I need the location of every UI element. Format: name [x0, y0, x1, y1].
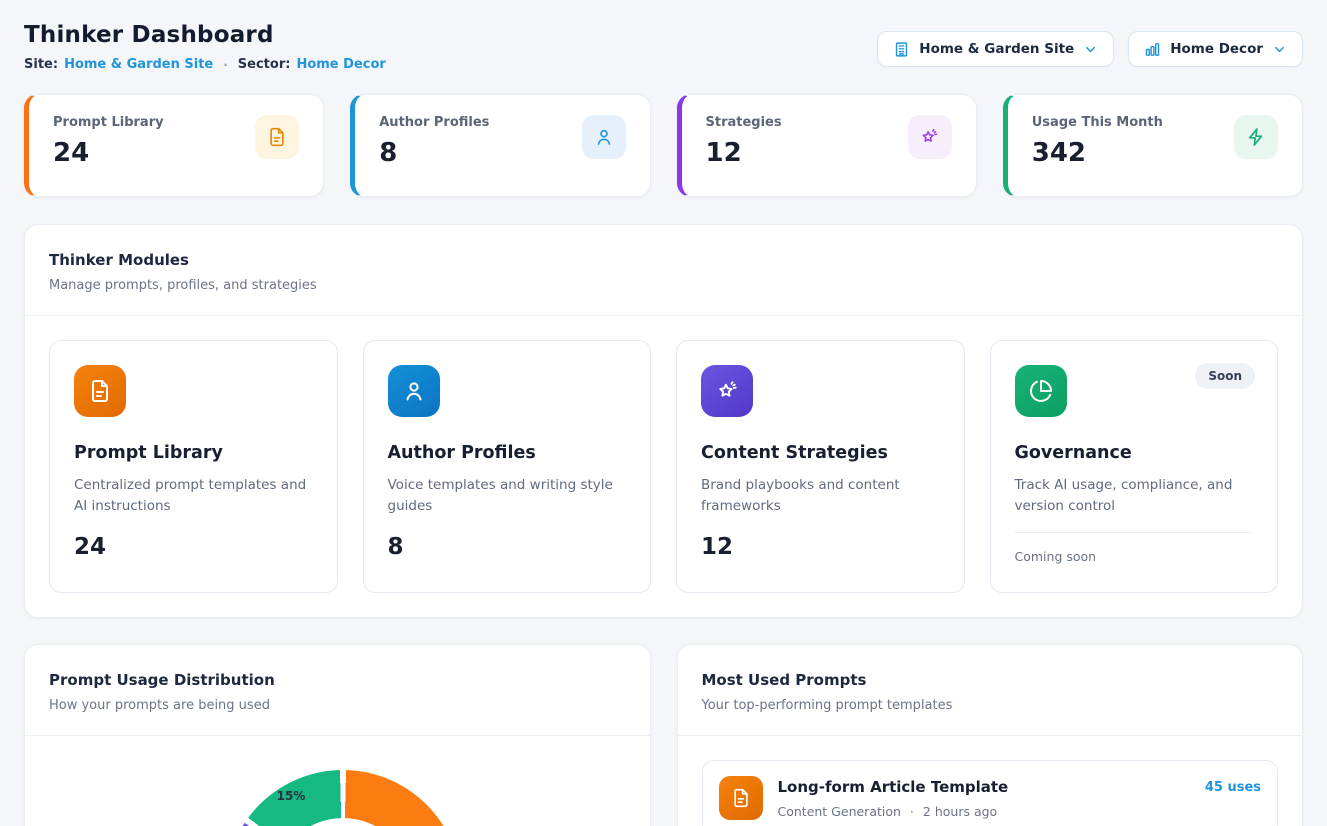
module-card-content-strategies[interactable]: Content Strategies Brand playbooks and c…: [676, 340, 965, 593]
module-description: Voice templates and writing style guides: [388, 475, 627, 516]
divider: [678, 735, 1303, 736]
file-text-icon: [719, 776, 763, 820]
module-description: Brand playbooks and content frameworks: [701, 475, 940, 516]
page-header: Thinker Dashboard Site: Home & Garden Si…: [24, 22, 1303, 72]
module-title: Governance: [1015, 443, 1254, 463]
module-title: Author Profiles: [388, 443, 627, 463]
modules-header: Thinker Modules Manage prompts, profiles…: [25, 225, 1302, 315]
site-selector-dropdown[interactable]: Home & Garden Site: [877, 31, 1114, 67]
header-selectors: Home & Garden Site Home Decor: [877, 22, 1303, 67]
most-used-prompts-card: Most Used Prompts Your top-performing pr…: [677, 644, 1304, 826]
file-text-icon: [255, 115, 299, 159]
bar-chart-icon: [1144, 41, 1161, 58]
user-icon: [388, 365, 440, 417]
building-icon: [893, 41, 910, 58]
prompt-item-main: Long-form Article Template Content Gener…: [778, 776, 1190, 819]
chevron-down-icon: [1272, 42, 1287, 57]
soon-badge: Soon: [1195, 363, 1255, 389]
prompt-item-meta: Content Generation · 2 hours ago: [778, 804, 1190, 819]
module-description: Centralized prompt templates and AI inst…: [74, 475, 313, 516]
modules-subtitle: Manage prompts, profiles, and strategies: [49, 278, 1278, 293]
site-label: Site:: [24, 57, 58, 72]
module-title: Content Strategies: [701, 443, 940, 463]
modules-grid: Prompt Library Centralized prompt templa…: [25, 316, 1302, 617]
zap-icon: [1234, 115, 1278, 159]
usage-distribution-card: Prompt Usage Distribution How your promp…: [24, 644, 651, 826]
coming-soon-text: Coming soon: [1015, 533, 1254, 568]
stat-card-usage[interactable]: Usage This Month 342: [1003, 94, 1303, 197]
usage-chart-subtitle: How your prompts are being used: [49, 698, 626, 713]
file-text-icon: [74, 365, 126, 417]
most-used-title: Most Used Prompts: [702, 671, 1279, 689]
most-used-header: Most Used Prompts Your top-performing pr…: [678, 645, 1303, 735]
stat-card-strategies[interactable]: Strategies 12: [677, 94, 977, 197]
donut-chart[interactable]: [225, 770, 461, 826]
prompt-uses-count: 45 uses: [1205, 776, 1261, 795]
usage-chart-title: Prompt Usage Distribution: [49, 671, 626, 689]
prompt-list-item[interactable]: Long-form Article Template Content Gener…: [702, 760, 1279, 826]
user-icon: [582, 115, 626, 159]
star-sparkle-icon: [908, 115, 952, 159]
page-title: Thinker Dashboard: [24, 22, 386, 48]
prompt-item-title: Long-form Article Template: [778, 778, 1190, 796]
module-description: Track AI usage, compliance, and version …: [1015, 475, 1254, 516]
divider: [25, 735, 650, 736]
module-count: 12: [701, 534, 940, 568]
sector-selector-dropdown[interactable]: Home Decor: [1128, 31, 1303, 67]
module-card-governance[interactable]: Soon Governance Track AI usage, complian…: [990, 340, 1279, 593]
prompt-time: 2 hours ago: [923, 804, 997, 819]
module-count: 24: [74, 534, 313, 568]
most-used-subtitle: Your top-performing prompt templates: [702, 698, 1279, 713]
star-sparkle-icon: [701, 365, 753, 417]
stats-row: Prompt Library 24 Author Profiles 8 Stra…: [24, 94, 1303, 197]
sector-link[interactable]: Home Decor: [296, 57, 385, 72]
prompt-category: Content Generation: [778, 804, 901, 819]
module-card-author-profiles[interactable]: Author Profiles Voice templates and writ…: [363, 340, 652, 593]
sector-selector-label: Home Decor: [1170, 41, 1263, 57]
stat-card-prompt-library[interactable]: Prompt Library 24: [24, 94, 324, 197]
usage-chart-header: Prompt Usage Distribution How your promp…: [25, 645, 650, 735]
meta-separator: ·: [910, 804, 914, 819]
breadcrumb: Site: Home & Garden Site · Sector: Home …: [24, 57, 386, 72]
module-count: 8: [388, 534, 627, 568]
donut-segment-label: 15%: [271, 789, 311, 803]
chevron-down-icon: [1083, 42, 1098, 57]
pie-chart-icon: [1015, 365, 1067, 417]
dashboard-page: Thinker Dashboard Site: Home & Garden Si…: [0, 0, 1327, 826]
modules-title: Thinker Modules: [49, 251, 1278, 269]
modules-section: Thinker Modules Manage prompts, profiles…: [24, 224, 1303, 618]
sector-label: Sector:: [238, 57, 291, 72]
header-titles: Thinker Dashboard Site: Home & Garden Si…: [24, 22, 386, 72]
bottom-row: Prompt Usage Distribution How your promp…: [24, 644, 1303, 826]
site-selector-label: Home & Garden Site: [919, 41, 1074, 57]
site-link[interactable]: Home & Garden Site: [64, 57, 213, 72]
module-title: Prompt Library: [74, 443, 313, 463]
breadcrumb-separator: ·: [223, 58, 228, 72]
module-card-prompt-library[interactable]: Prompt Library Centralized prompt templa…: [49, 340, 338, 593]
stat-card-author-profiles[interactable]: Author Profiles 8: [350, 94, 650, 197]
